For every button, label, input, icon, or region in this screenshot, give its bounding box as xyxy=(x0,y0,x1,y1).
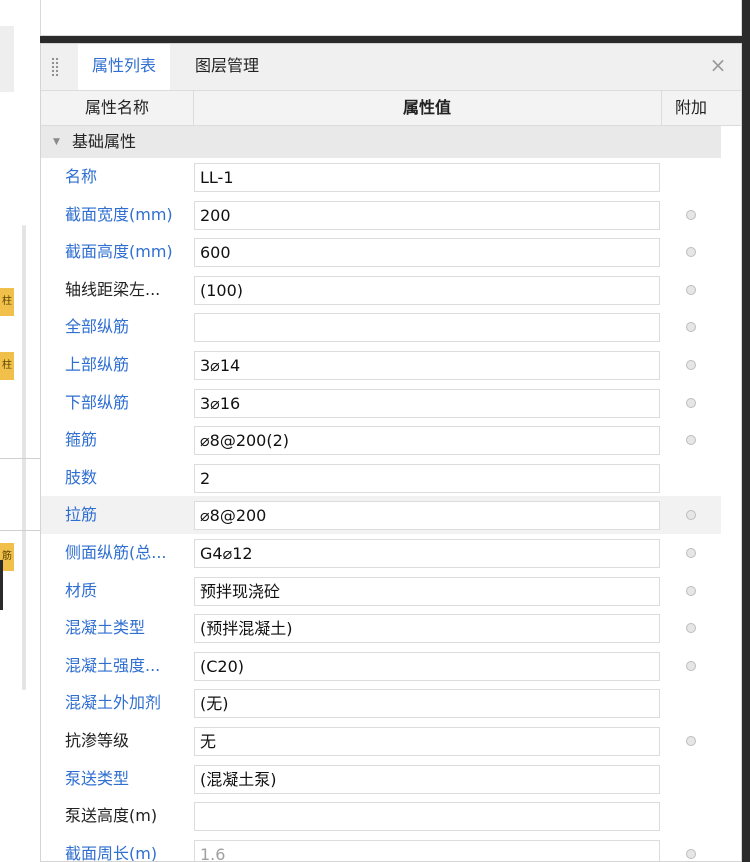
extra-radio-icon[interactable] xyxy=(686,209,696,220)
grid-header: 属性名称 属性值 附加 xyxy=(41,91,741,126)
top-panel xyxy=(40,0,742,36)
property-row[interactable]: 泵送类型 (混凝土泵) xyxy=(41,760,721,798)
left-dark-edge xyxy=(0,560,3,610)
property-value-input[interactable]: 无 xyxy=(194,726,660,756)
property-label: 名称 xyxy=(65,167,98,186)
property-value-input[interactable]: 200 xyxy=(194,200,660,230)
property-row[interactable]: 泵送高度(m) xyxy=(41,797,721,835)
extra-radio-icon[interactable] xyxy=(686,735,696,746)
extra-radio-icon[interactable] xyxy=(686,660,696,671)
extra-radio-icon[interactable] xyxy=(686,510,696,521)
property-row[interactable]: 轴线距梁左... (100) xyxy=(41,271,721,309)
left-divider xyxy=(0,530,40,531)
property-value-input[interactable]: ⌀8@200 xyxy=(194,501,660,531)
group-label: 基础属性 xyxy=(72,132,137,151)
left-badge-1[interactable]: 柱 xyxy=(0,288,14,316)
drag-grip-icon[interactable] xyxy=(51,57,59,77)
property-row[interactable]: 拉筋 ⌀8@200 xyxy=(41,496,721,534)
tab-layer-management[interactable]: 图层管理 xyxy=(181,44,273,90)
property-row[interactable]: 肢数 2 xyxy=(41,459,721,497)
column-header-extra: 附加 xyxy=(674,98,707,117)
left-divider xyxy=(0,458,40,459)
property-label: 混凝土类型 xyxy=(65,618,146,638)
property-value-input[interactable] xyxy=(194,313,660,343)
column-header-name: 属性名称 xyxy=(41,91,194,125)
property-label: 混凝土外加剂 xyxy=(65,693,162,713)
property-row[interactable]: 混凝土强度... (C20) xyxy=(41,647,721,685)
property-label: 拉筋 xyxy=(65,505,98,525)
property-label: 抗渗等级 xyxy=(65,730,130,750)
property-label: 侧面纵筋(总... xyxy=(65,542,167,562)
property-value-input[interactable]: (混凝土泵) xyxy=(194,764,660,794)
property-value-input[interactable]: 1.6 xyxy=(194,839,660,861)
property-value-input[interactable]: (100) xyxy=(194,275,660,305)
property-label: 全部纵筋 xyxy=(65,317,130,337)
property-value-input[interactable]: ⌀8@200(2) xyxy=(194,426,660,456)
extra-radio-icon[interactable] xyxy=(686,435,696,446)
property-row[interactable]: 截面宽度(mm) 200 xyxy=(41,196,721,234)
property-label: 材质 xyxy=(65,580,98,600)
property-value-input[interactable]: G4⌀12 xyxy=(194,538,660,568)
extra-radio-icon[interactable] xyxy=(686,848,696,859)
property-value-input[interactable]: 600 xyxy=(194,238,660,268)
extra-radio-icon[interactable] xyxy=(686,585,696,596)
property-row[interactable]: 截面周长(m) 1.6 xyxy=(41,835,721,862)
property-panel: 属性列表 图层管理 × 属性名称 属性值 附加 ▼ 基础属性 名称 LL-1 截面宽… xyxy=(40,43,742,862)
property-label: 截面周长(m) xyxy=(65,843,158,862)
property-row[interactable]: 侧面纵筋(总... G4⌀12 xyxy=(41,534,721,572)
property-value-input[interactable]: 3⌀14 xyxy=(194,350,660,380)
property-value-input[interactable]: (无) xyxy=(194,689,660,719)
property-value-input[interactable]: 2 xyxy=(194,463,660,493)
property-row[interactable]: 截面高度(mm) 600 xyxy=(41,233,721,271)
property-value-input[interactable]: 预拌现浇砼 xyxy=(194,576,660,606)
extra-radio-icon[interactable] xyxy=(686,322,696,333)
property-row[interactable]: 箍筋 ⌀8@200(2) xyxy=(41,421,721,459)
property-row[interactable]: 混凝土类型 (预拌混凝土) xyxy=(41,609,721,647)
property-row[interactable]: 抗渗等级 无 xyxy=(41,722,721,760)
property-label: 上部纵筋 xyxy=(65,354,130,374)
property-value-input[interactable]: 3⌀16 xyxy=(194,388,660,418)
property-value-input[interactable]: (C20) xyxy=(194,651,660,681)
left-toolbar-block xyxy=(0,26,14,92)
extra-radio-icon[interactable] xyxy=(686,623,696,634)
property-row[interactable]: 上部纵筋 3⌀14 xyxy=(41,346,721,384)
property-value-input[interactable]: LL-1 xyxy=(194,163,660,192)
extra-radio-icon[interactable] xyxy=(686,284,696,295)
left-badge-2[interactable]: 柱 xyxy=(0,352,14,380)
tab-bar: 属性列表 图层管理 × xyxy=(41,44,741,91)
property-label: 混凝土强度... xyxy=(65,655,161,675)
left-canvas-strip: 柱 柱 筋 xyxy=(0,0,40,862)
property-row[interactable]: 下部纵筋 3⌀16 xyxy=(41,384,721,422)
tab-property-list[interactable]: 属性列表 xyxy=(78,44,171,90)
extra-radio-icon[interactable] xyxy=(686,359,696,370)
property-label: 箍筋 xyxy=(65,430,98,450)
property-label: 泵送高度(m) xyxy=(65,806,158,826)
right-edge xyxy=(742,0,750,862)
property-row[interactable]: 混凝土外加剂 (无) xyxy=(41,684,721,722)
group-row-basic[interactable]: ▼ 基础属性 xyxy=(41,126,721,158)
property-label: 泵送类型 xyxy=(65,768,130,788)
property-row[interactable]: 材质 预拌现浇砼 xyxy=(41,572,721,610)
property-value-input[interactable] xyxy=(194,802,660,832)
extra-radio-icon[interactable] xyxy=(686,547,696,558)
property-label: 截面宽度(mm) xyxy=(65,204,173,224)
extra-radio-icon[interactable] xyxy=(686,247,696,258)
property-rows: 名称 LL-1 截面宽度(mm) 200 截面高度(mm) 600 轴线距梁左... (100… xyxy=(41,158,721,862)
property-value-input[interactable]: (预拌混凝土) xyxy=(194,614,660,644)
property-row[interactable]: 名称 LL-1 xyxy=(41,158,721,196)
property-label: 轴线距梁左... xyxy=(65,279,161,299)
property-row[interactable]: 全部纵筋 xyxy=(41,308,721,346)
property-label: 下部纵筋 xyxy=(65,392,130,412)
property-label: 肢数 xyxy=(65,467,98,487)
close-icon[interactable]: × xyxy=(707,54,729,76)
collapse-triangle-icon[interactable]: ▼ xyxy=(53,126,60,158)
property-label: 截面高度(mm) xyxy=(65,242,173,262)
column-header-value: 属性值 xyxy=(193,91,662,125)
extra-radio-icon[interactable] xyxy=(686,397,696,408)
